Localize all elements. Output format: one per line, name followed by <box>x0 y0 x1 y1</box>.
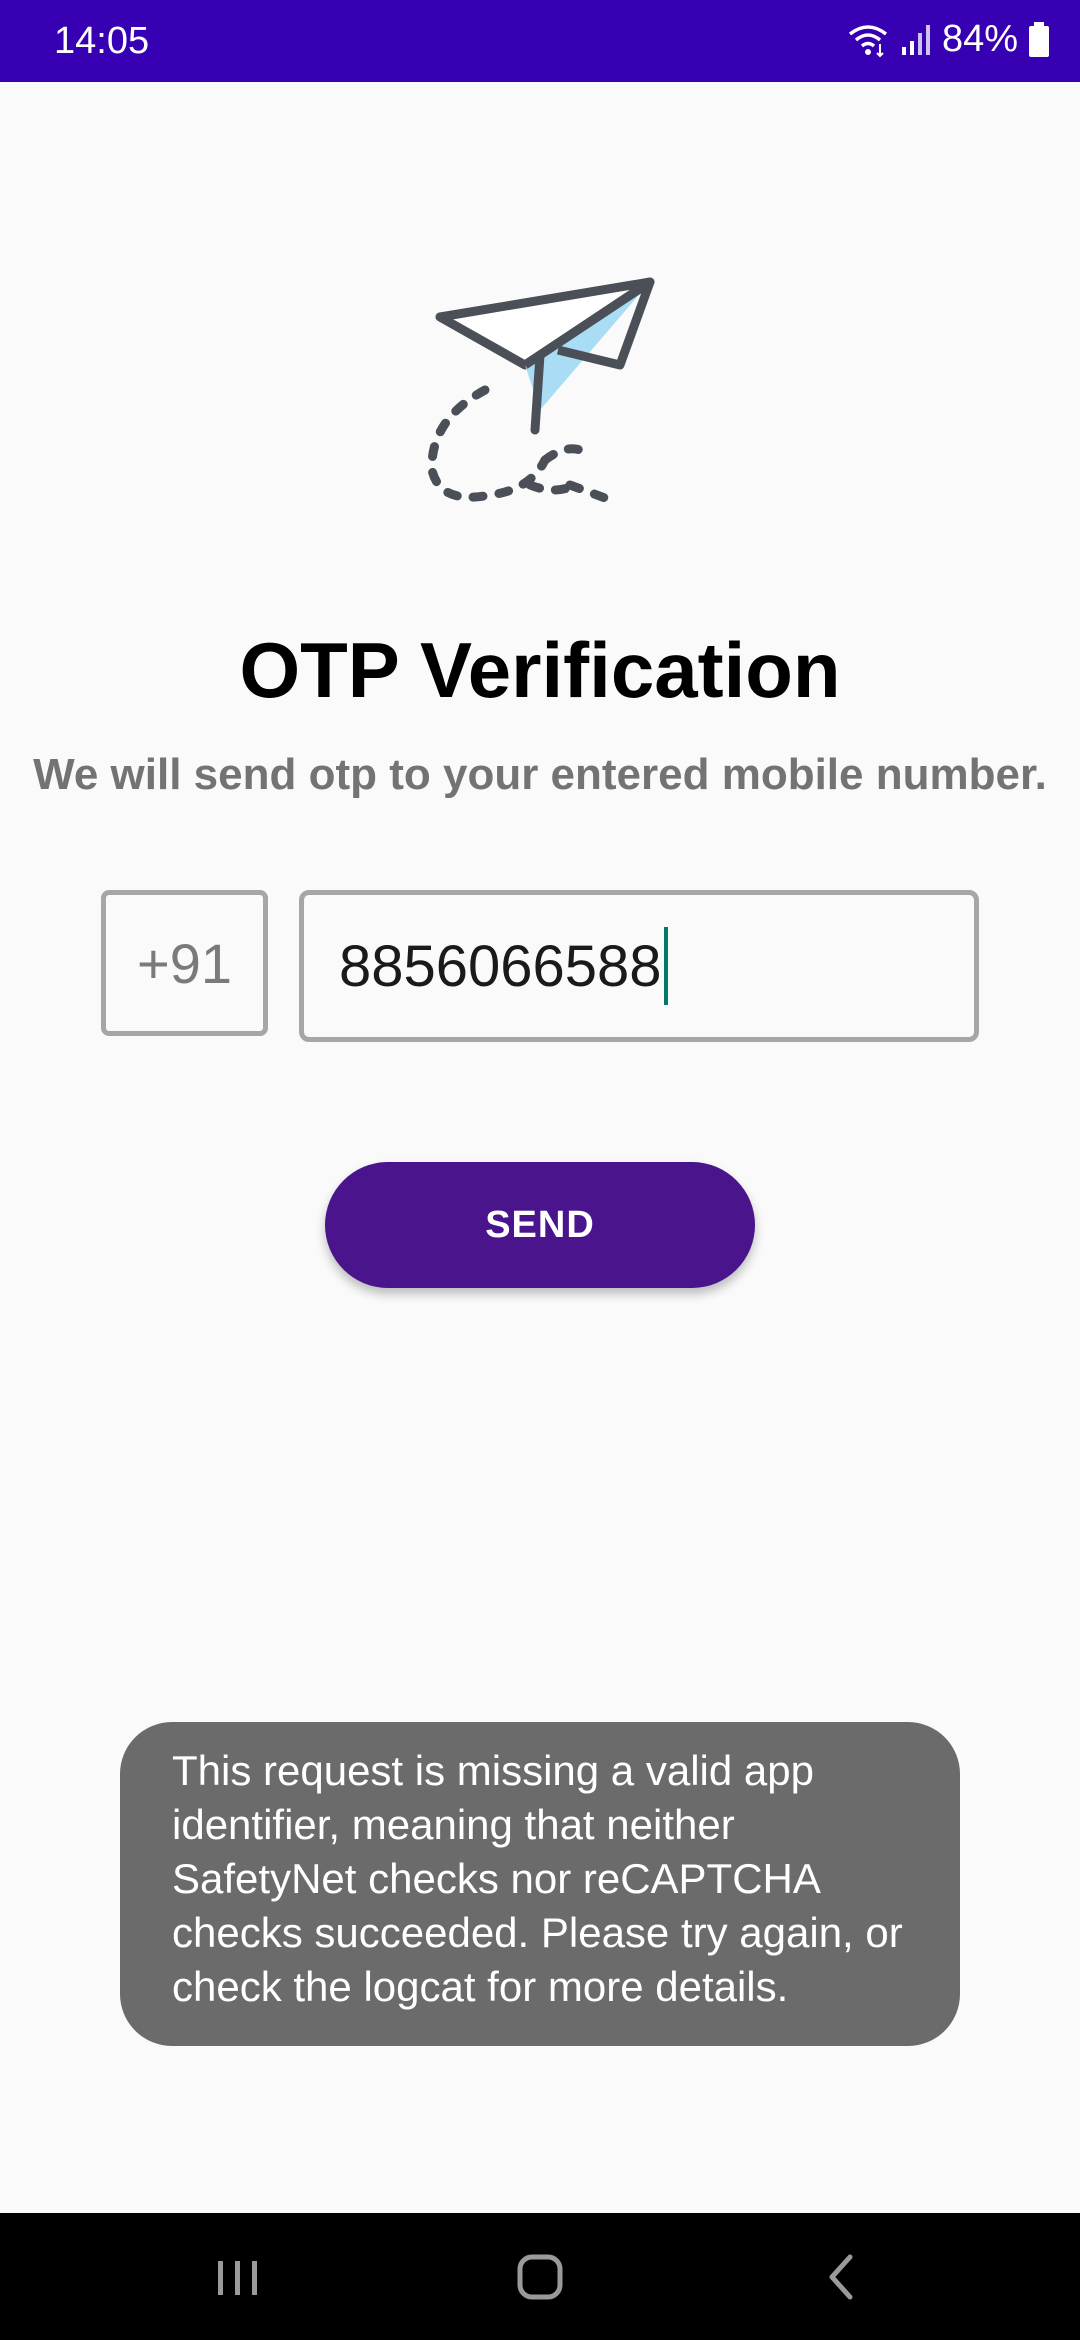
battery-icon <box>1029 21 1049 57</box>
toast-message: This request is missing a valid app iden… <box>120 1722 960 2046</box>
signal-icon <box>901 24 930 55</box>
phone-number-input[interactable]: 8856066588 <box>299 890 979 1042</box>
send-button[interactable]: SEND <box>325 1162 755 1288</box>
home-icon[interactable] <box>510 2247 570 2307</box>
wifi-icon <box>848 24 888 57</box>
navigation-bar <box>0 2213 1080 2340</box>
page-title: OTP Verification <box>239 626 841 714</box>
text-cursor <box>663 927 668 1005</box>
status-icons: 84% <box>846 18 1050 61</box>
back-icon[interactable] <box>812 2247 872 2307</box>
page-subtitle: We will send otp to your entered mobile … <box>33 750 1047 799</box>
battery-percent: 84% <box>941 18 1018 60</box>
paper-plane-icon <box>427 277 655 503</box>
recents-icon[interactable] <box>208 2247 268 2307</box>
status-bar: 14:05 84% <box>0 0 1080 82</box>
phone-number-value: 8856066588 <box>339 933 662 999</box>
status-time: 14:05 <box>54 20 150 62</box>
country-code-field[interactable]: +91 <box>101 890 268 1036</box>
